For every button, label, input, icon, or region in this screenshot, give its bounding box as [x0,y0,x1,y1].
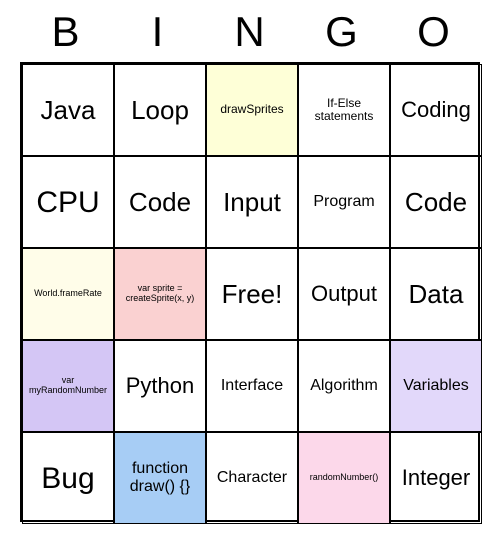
bingo-cell[interactable]: Algorithm [298,340,390,432]
header-letter: O [388,8,480,56]
bingo-grid: Java Loop drawSprites If-Else statements… [20,62,480,522]
bingo-cell[interactable]: Code [390,156,482,248]
header-letter: I [112,8,204,56]
header-letter: B [20,8,112,56]
bingo-cell[interactable]: Character [206,432,298,524]
bingo-cell[interactable]: Interface [206,340,298,432]
bingo-cell[interactable]: function draw() {} [114,432,206,524]
bingo-cell[interactable]: randomNumber() [298,432,390,524]
bingo-cell[interactable]: Program [298,156,390,248]
bingo-cell[interactable]: Java [22,64,114,156]
bingo-cell[interactable]: Python [114,340,206,432]
bingo-cell[interactable]: Variables [390,340,482,432]
bingo-cell[interactable]: Output [298,248,390,340]
bingo-cell[interactable]: Loop [114,64,206,156]
bingo-header: B I N G O [20,8,480,56]
bingo-cell[interactable]: CPU [22,156,114,248]
bingo-cell[interactable]: var myRandomNumber [22,340,114,432]
header-letter: N [204,8,296,56]
bingo-cell[interactable]: Coding [390,64,482,156]
bingo-cell[interactable]: Data [390,248,482,340]
bingo-cell[interactable]: Integer [390,432,482,524]
bingo-cell[interactable]: World.frameRate [22,248,114,340]
header-letter: G [296,8,388,56]
bingo-cell[interactable]: drawSprites [206,64,298,156]
bingo-free-cell[interactable]: Free! [206,248,298,340]
bingo-cell[interactable]: If-Else statements [298,64,390,156]
bingo-cell[interactable]: Bug [22,432,114,524]
bingo-cell[interactable]: Input [206,156,298,248]
bingo-cell[interactable]: Code [114,156,206,248]
bingo-cell[interactable]: var sprite = createSprite(x, y) [114,248,206,340]
